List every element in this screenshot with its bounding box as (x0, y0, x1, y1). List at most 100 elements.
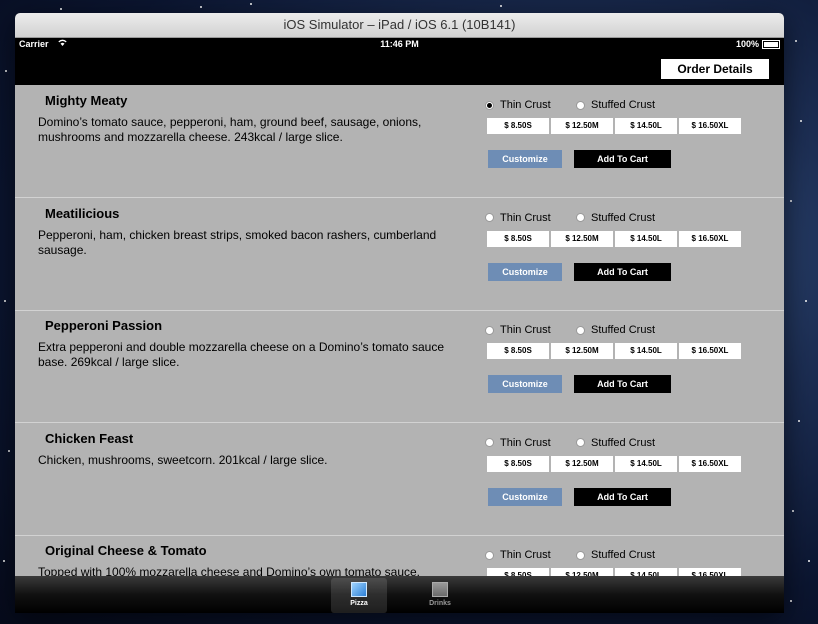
star-decoration (808, 560, 810, 562)
size-price-segmented-control[interactable]: $ 8.50S $ 12.50M $ 14.50L $ 16.50XL (487, 455, 741, 472)
pizza-description: Topped with 100% mozzarella cheese and D… (38, 565, 420, 576)
radio-button-icon[interactable] (576, 550, 585, 560)
thin-crust-label: Thin Crust (500, 99, 551, 111)
pizza-row: Chicken Feast Chicken, mushrooms, sweetc… (15, 423, 784, 536)
thin-crust-radio[interactable]: Thin Crust (485, 437, 551, 449)
price-segment[interactable]: $ 14.50L (615, 568, 677, 576)
radio-button-icon[interactable] (576, 438, 585, 447)
order-details-button[interactable]: Order Details (661, 59, 769, 79)
price-segment[interactable]: $ 14.50L (615, 455, 677, 472)
battery-indicator: 100% (736, 38, 780, 51)
price-segment[interactable]: $ 8.50S (487, 118, 549, 134)
thin-crust-radio[interactable]: Thin Crust (485, 324, 551, 336)
thin-crust-label: Thin Crust (500, 549, 551, 561)
star-decoration (792, 510, 794, 512)
window-title: iOS Simulator – iPad / iOS 6.1 (10B141) (283, 17, 516, 32)
price-segment[interactable]: $ 12.50M (551, 230, 613, 247)
tab-label: Pizza (350, 600, 368, 607)
pizza-row: Mighty Meaty Domino’s tomato sauce, pepp… (15, 85, 784, 198)
price-segment[interactable]: $ 12.50M (551, 343, 613, 359)
star-decoration (798, 420, 800, 422)
pizza-name: Mighty Meaty (45, 93, 128, 108)
thin-crust-label: Thin Crust (500, 324, 551, 336)
star-decoration (200, 6, 202, 8)
stuffed-crust-radio[interactable]: Stuffed Crust (576, 212, 655, 224)
size-price-segmented-control[interactable]: $ 8.50S $ 12.50M $ 14.50L $ 16.50XL (487, 568, 741, 576)
pizza-description: Domino’s tomato sauce, pepperoni, ham, g… (38, 115, 422, 144)
price-segment[interactable]: $ 12.50M (551, 118, 613, 134)
price-segment[interactable]: $ 8.50S (487, 568, 549, 576)
price-segment[interactable]: $ 8.50S (487, 230, 549, 247)
price-segment[interactable]: $ 8.50S (487, 455, 549, 472)
radio-button-icon[interactable] (485, 213, 494, 222)
price-segment[interactable]: $ 14.50L (615, 230, 677, 247)
price-segment[interactable]: $ 8.50S (487, 343, 549, 359)
pizza-description: Extra pepperoni and double mozzarella ch… (38, 340, 445, 369)
tab-pizza[interactable]: Pizza (331, 578, 387, 613)
price-segment[interactable]: $ 16.50XL (679, 568, 741, 576)
window-titlebar: iOS Simulator – iPad / iOS 6.1 (10B141) (15, 13, 784, 38)
price-segment[interactable]: $ 12.50M (551, 455, 613, 472)
tab-bar: Pizza Drinks (15, 576, 784, 613)
stuffed-crust-radio[interactable]: Stuffed Crust (576, 549, 655, 561)
radio-button-icon[interactable] (576, 213, 585, 222)
pizza-description: Pepperoni, ham, chicken breast strips, s… (38, 227, 437, 257)
price-segment[interactable]: $ 14.50L (615, 118, 677, 134)
star-decoration (60, 8, 62, 10)
stuffed-crust-label: Stuffed Crust (591, 324, 655, 336)
radio-button-icon[interactable] (485, 438, 494, 447)
thin-crust-radio[interactable]: Thin Crust (485, 549, 551, 561)
pizza-list[interactable]: Mighty Meaty Domino’s tomato sauce, pepp… (15, 85, 784, 576)
tab-drinks[interactable]: Drinks (412, 578, 468, 613)
customize-button[interactable]: Customize (488, 487, 562, 506)
pizza-name: Pepperoni Passion (45, 318, 163, 333)
price-segment[interactable]: $ 12.50M (551, 568, 613, 576)
star-decoration (5, 70, 7, 72)
radio-button-icon[interactable] (485, 550, 494, 560)
ios-status-bar: Carrier 11:46 PM 100% (15, 38, 784, 51)
price-segment[interactable]: $ 16.50XL (679, 455, 741, 472)
radio-button-icon[interactable] (576, 325, 585, 335)
battery-icon (762, 40, 780, 49)
stuffed-crust-radio[interactable]: Stuffed Crust (576, 99, 655, 111)
star-decoration (250, 3, 252, 5)
battery-percent: 100% (735, 39, 759, 49)
size-price-segmented-control[interactable]: $ 8.50S $ 12.50M $ 14.50L $ 16.50XL (487, 343, 741, 359)
radio-button-icon[interactable] (485, 325, 494, 335)
star-decoration (3, 560, 5, 562)
navigation-bar: Order Details (15, 51, 784, 85)
star-decoration (500, 5, 502, 7)
star-decoration (795, 40, 797, 42)
size-price-segmented-control[interactable]: $ 8.50S $ 12.50M $ 14.50L $ 16.50XL (487, 230, 741, 247)
pizza-name: Original Cheese & Tomato (45, 543, 207, 558)
price-segment[interactable]: $ 16.50XL (679, 230, 741, 247)
star-decoration (8, 450, 10, 452)
price-segment[interactable]: $ 14.50L (615, 343, 677, 359)
pizza-name: Chicken Feast (45, 430, 134, 446)
price-segment[interactable]: $ 16.50XL (679, 343, 741, 359)
stuffed-crust-label: Stuffed Crust (591, 211, 655, 224)
tab-label: Drinks (429, 600, 451, 607)
add-to-cart-button[interactable]: Add To Cart (574, 150, 671, 168)
stuffed-crust-label: Stuffed Crust (591, 436, 655, 449)
size-price-segmented-control[interactable]: $ 8.50S $ 12.50M $ 14.50L $ 16.50XL (487, 118, 741, 134)
stuffed-crust-label: Stuffed Crust (591, 549, 655, 561)
radio-button-icon[interactable] (576, 100, 585, 110)
customize-button[interactable]: Customize (488, 150, 562, 168)
thin-crust-radio[interactable]: Thin Crust (485, 99, 551, 111)
pizza-row: Pepperoni Passion Extra pepperoni and do… (15, 310, 784, 423)
thin-crust-label: Thin Crust (500, 436, 551, 449)
thin-crust-radio[interactable]: Thin Crust (485, 212, 551, 224)
price-segment[interactable]: $ 16.50XL (679, 118, 741, 134)
add-to-cart-button[interactable]: Add To Cart (574, 487, 671, 506)
stuffed-crust-radio[interactable]: Stuffed Crust (576, 437, 655, 449)
star-decoration (4, 300, 6, 302)
stuffed-crust-radio[interactable]: Stuffed Crust (576, 324, 655, 336)
pizza-row: Original Cheese & Tomato Topped with 100… (15, 535, 784, 576)
add-to-cart-button[interactable]: Add To Cart (574, 375, 671, 393)
add-to-cart-button[interactable]: Add To Cart (574, 262, 671, 281)
customize-button[interactable]: Customize (488, 262, 562, 281)
customize-button[interactable]: Customize (488, 375, 562, 393)
star-decoration (805, 300, 807, 302)
radio-button-icon[interactable] (485, 100, 494, 110)
